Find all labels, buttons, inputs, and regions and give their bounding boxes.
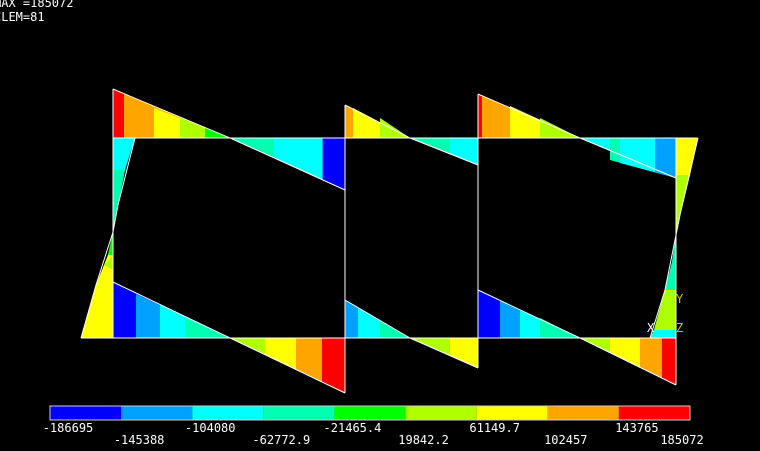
legend-tick-label: 185072: [660, 433, 704, 447]
y-axis-label: Y: [676, 292, 684, 306]
legend-swatch-7: [547, 406, 619, 420]
legend-swatch-0: [50, 406, 122, 420]
legend-tick-label: 61149.7: [469, 421, 520, 435]
top-beam-span2-diagram: [345, 105, 478, 165]
legend-swatch-2: [192, 406, 264, 420]
legend-swatch-4: [334, 406, 406, 420]
top-beam-span1-diagram: [113, 89, 345, 190]
legend-tick-label: -21465.4: [323, 421, 382, 435]
legend-tick-label: -145388: [113, 433, 165, 447]
legend-swatch-3: [263, 406, 335, 420]
moment-diagram: [49, 88, 699, 421]
legend-swatch-1: [121, 406, 193, 420]
legend-tick-label: -104080: [184, 421, 236, 435]
legend-tick-label: 102457: [544, 433, 588, 447]
legend-tick-label: 143765: [615, 421, 659, 435]
bottom-beam-span2-diagram: [345, 300, 478, 368]
legend-tick-label: 19842.2: [398, 433, 449, 447]
legend-swatch-6: [476, 406, 548, 420]
legend-tick-label: -186695: [42, 421, 94, 435]
legend-tick-label: -62772.9: [252, 433, 311, 447]
color-legend-bar: [49, 405, 691, 421]
legend-swatch-5: [405, 406, 477, 420]
x-axis-label: X: [647, 321, 655, 335]
z-axis-label: Z: [676, 321, 684, 335]
legend-swatch-8: [618, 406, 690, 420]
